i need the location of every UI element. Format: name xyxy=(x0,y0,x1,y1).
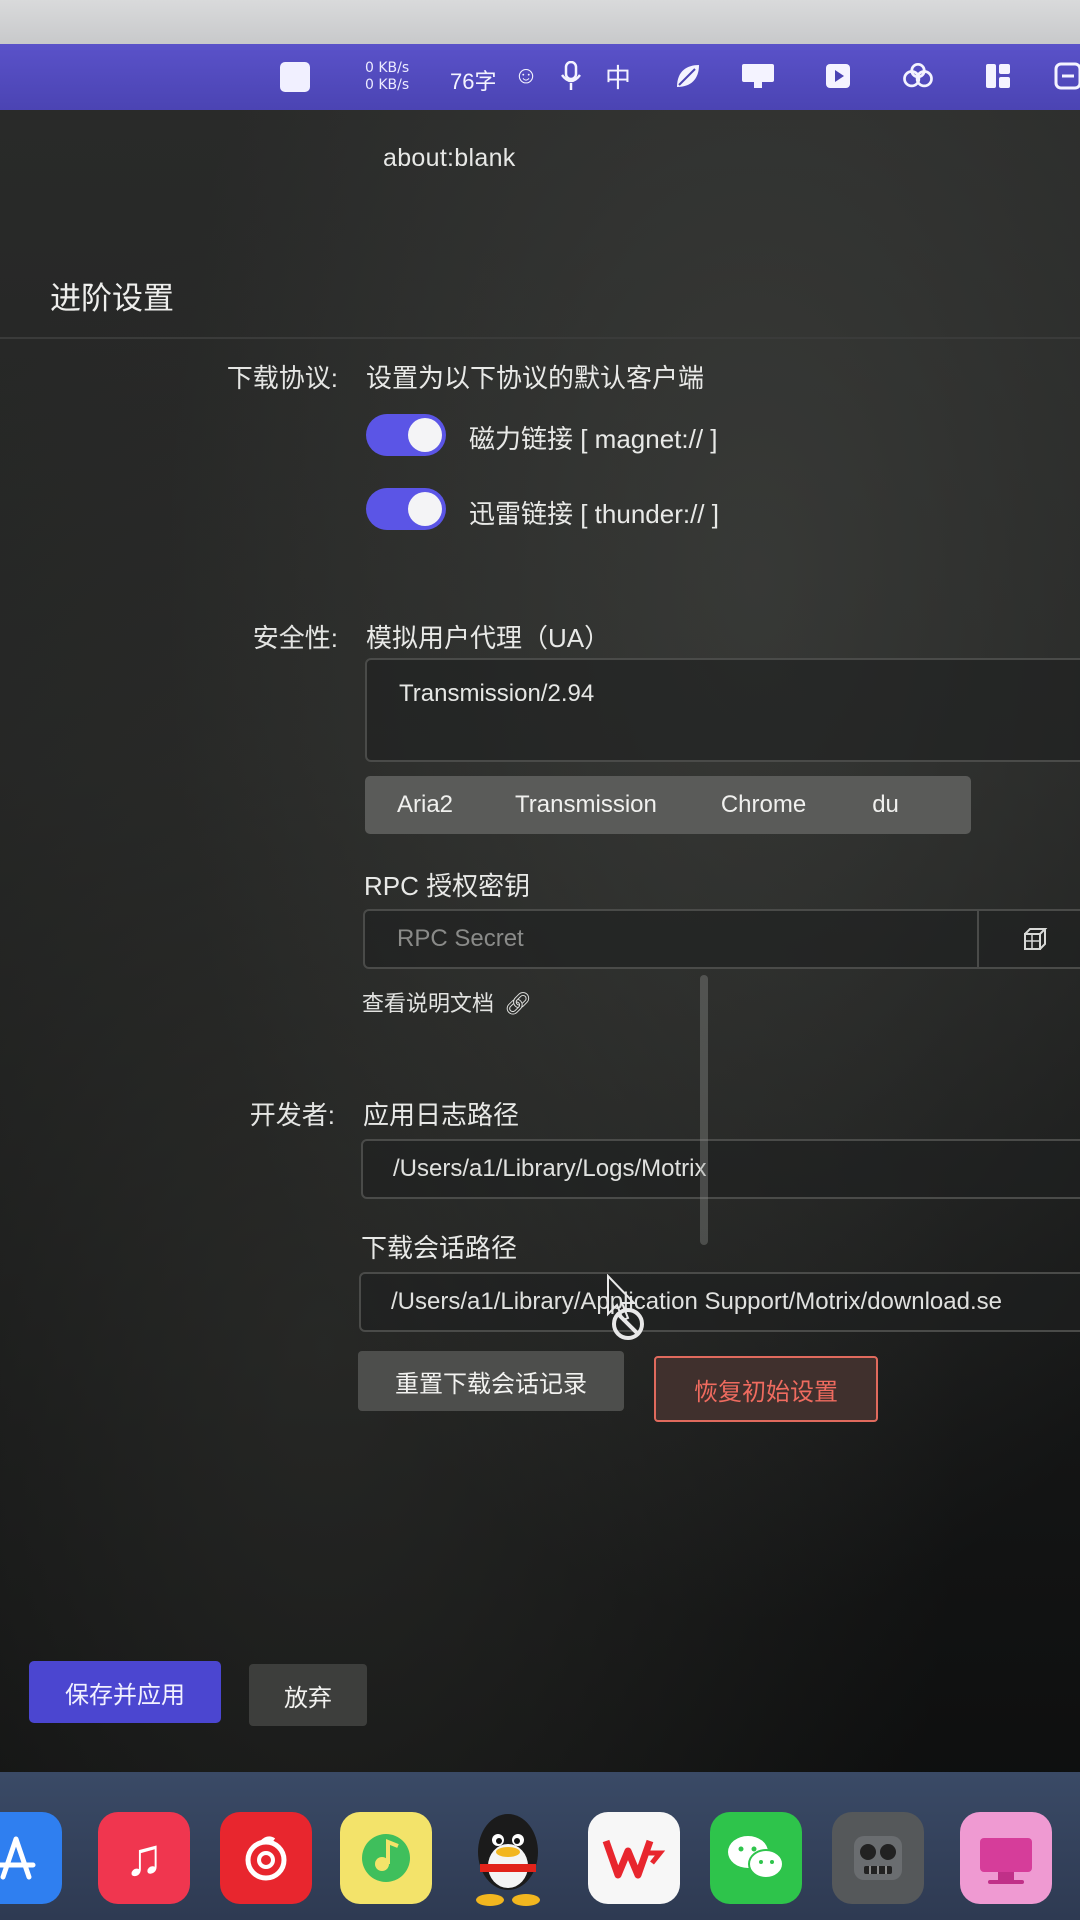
leaf-icon[interactable] xyxy=(670,58,706,94)
protocol-label: 下载协议: xyxy=(226,363,338,393)
notes-icon[interactable] xyxy=(1050,58,1080,94)
page-title: 进阶设置 xyxy=(50,281,174,316)
log-path-title: 应用日志路径 xyxy=(363,1100,520,1130)
toggle-knob xyxy=(408,418,442,452)
robot-app-icon[interactable] xyxy=(832,1812,924,1904)
cleanmymac-icon[interactable] xyxy=(960,1812,1052,1904)
display-icon[interactable] xyxy=(740,58,776,94)
generate-secret-button[interactable] xyxy=(977,911,1080,967)
restore-defaults-button[interactable]: 恢复初始设置 xyxy=(654,1356,878,1422)
app-store-icon[interactable] xyxy=(0,1812,62,1904)
screen-bezel xyxy=(0,0,1080,44)
session-path-title: 下载会话路径 xyxy=(361,1233,518,1263)
developer-label: 开发者: xyxy=(249,1100,335,1130)
music-icon[interactable]: ♫ xyxy=(98,1812,190,1904)
dice-icon xyxy=(1024,928,1048,950)
rpc-placeholder: RPC Secret xyxy=(397,925,524,952)
net-down: 0 KB/s xyxy=(365,77,410,93)
thunder-toggle[interactable] xyxy=(366,488,446,530)
rpc-secret-input[interactable]: RPC Secret xyxy=(363,909,1080,969)
ua-title: 模拟用户代理（UA） xyxy=(366,623,611,653)
netease-music-icon[interactable] xyxy=(220,1812,312,1904)
emoji-icon[interactable]: ☺ xyxy=(508,58,544,94)
discard-button[interactable]: 放弃 xyxy=(249,1664,367,1726)
protocol-description: 设置为以下协议的默认客户端 xyxy=(366,363,705,393)
scrollbar[interactable] xyxy=(700,975,708,1245)
magnet-label: 磁力链接 [ magnet:// ] xyxy=(469,424,718,454)
menubar: 0 KB/s 0 KB/s 76字 ☺ 中 xyxy=(0,44,1080,110)
rpc-title: RPC 授权密钥 xyxy=(364,871,531,901)
url-text: about:blank xyxy=(383,144,516,172)
log-path-value: /Users/a1/Library/Logs/Motrix xyxy=(393,1155,707,1182)
media-icon[interactable] xyxy=(820,58,856,94)
session-path-input[interactable]: /Users/a1/Library/Application Support/Mo… xyxy=(359,1272,1080,1332)
qq-music-icon[interactable] xyxy=(340,1812,432,1904)
docs-link[interactable]: 查看说明文档 🔗︎ xyxy=(362,986,532,1018)
cursor-icon xyxy=(607,1274,644,1340)
screen: 0 KB/s 0 KB/s 76字 ☺ 中 about:blank 进阶设置 下… xyxy=(0,0,1080,1920)
input-method[interactable]: 中 xyxy=(600,58,636,94)
ua-preset-group: Aria2 Transmission Chrome du xyxy=(365,776,971,834)
status-icon[interactable] xyxy=(280,62,310,92)
preset-aria2-button[interactable]: Aria2 xyxy=(397,791,453,819)
toggle-knob xyxy=(408,492,442,526)
docs-link-text: 查看说明文档 xyxy=(362,991,495,1016)
log-path-input[interactable]: /Users/a1/Library/Logs/Motrix xyxy=(361,1139,1080,1199)
reset-session-button[interactable]: 重置下载会话记录 xyxy=(358,1351,624,1411)
mic-icon[interactable] xyxy=(553,58,589,94)
layout-icon[interactable] xyxy=(980,58,1016,94)
net-up: 0 KB/s xyxy=(365,60,410,76)
preset-chrome-button[interactable]: Chrome xyxy=(721,791,806,819)
word-count[interactable]: 76字 xyxy=(450,64,496,96)
wps-icon[interactable] xyxy=(588,1812,680,1904)
link-icon: 🔗︎ xyxy=(504,991,533,1016)
preset-du-button[interactable]: du xyxy=(872,791,899,819)
qq-icon[interactable] xyxy=(462,1812,554,1906)
network-speed: 0 KB/s 0 KB/s xyxy=(365,60,409,94)
save-apply-button[interactable]: 保存并应用 xyxy=(29,1661,221,1723)
wechat-icon[interactable] xyxy=(710,1812,802,1904)
ua-textarea[interactable]: Transmission/2.94 xyxy=(365,658,1080,762)
ua-value: Transmission/2.94 xyxy=(399,680,595,707)
flower-icon[interactable] xyxy=(900,58,936,94)
magnet-toggle[interactable] xyxy=(366,414,446,456)
title-divider xyxy=(0,337,1080,339)
session-path-value: /Users/a1/Library/Application Support/Mo… xyxy=(391,1288,1002,1315)
preset-transmission-button[interactable]: Transmission xyxy=(515,791,657,819)
security-label: 安全性: xyxy=(252,623,338,653)
thunder-label: 迅雷链接 [ thunder:// ] xyxy=(469,499,719,529)
